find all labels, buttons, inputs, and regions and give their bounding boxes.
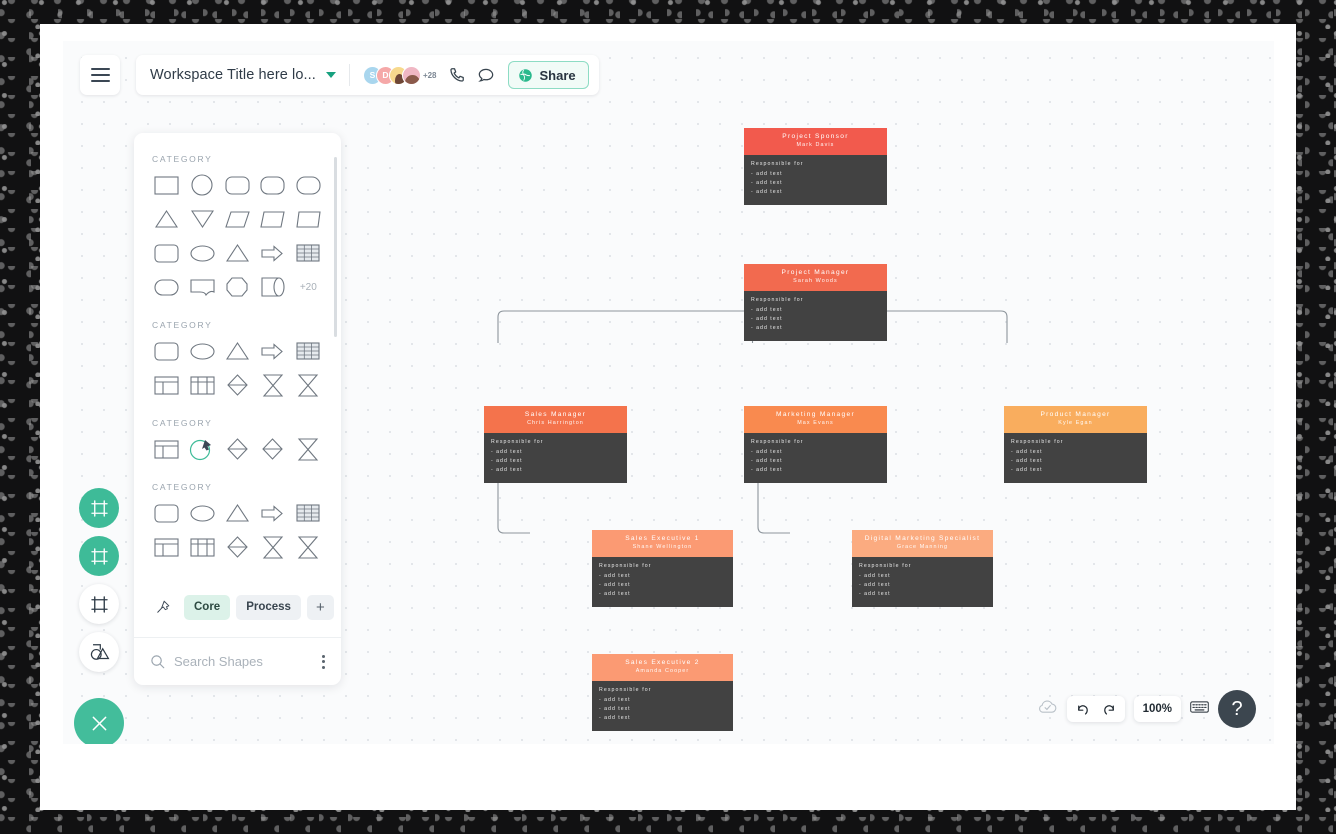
org-node-body-item[interactable]: - add text (599, 582, 726, 588)
org-node-body-item[interactable]: - add text (751, 458, 880, 464)
org-node-body-heading: Responsible for (599, 562, 652, 569)
org-node-body-item[interactable]: - add text (751, 180, 880, 186)
org-node-body-item[interactable]: - add text (751, 316, 880, 322)
org-node-body-item[interactable]: - add text (859, 582, 986, 588)
org-node-title: Digital Marketing Specialist (864, 535, 981, 542)
org-node-person: Shane Wellington (632, 544, 693, 551)
org-node-body-item[interactable]: - add text (599, 573, 726, 579)
org-node-body-item[interactable]: - add text (599, 706, 726, 712)
org-node-body-item[interactable]: - add text (1011, 458, 1140, 464)
org-node-body-item[interactable]: - add text (751, 307, 880, 313)
org-node-body-item[interactable]: - add text (751, 325, 880, 331)
org-node-body-item[interactable]: - add text (599, 715, 726, 721)
org-node-body: Responsible for - add text - add text - … (1004, 432, 1147, 483)
cloud-check-icon[interactable] (1037, 698, 1058, 720)
org-node-header: Sales Manager Chris Harrington (484, 406, 627, 433)
org-node-title: Project Sponsor (782, 133, 849, 140)
org-node-body-heading: Responsible for (751, 438, 804, 445)
org-node-body-item[interactable]: - add text (491, 458, 620, 464)
org-node-body: Responsible for - add text - add text - … (592, 680, 733, 731)
org-node-person: Chris Harrington (527, 420, 584, 427)
org-node-title: Product Manager (1040, 411, 1111, 418)
org-node-body-heading: Responsible for (491, 438, 544, 445)
org-node-body-item[interactable]: - add text (751, 189, 880, 195)
org-node-header: Project Manager Sarah Woods (744, 264, 887, 291)
org-node-body-heading: Responsible for (751, 160, 804, 167)
org-node-header: Digital Marketing Specialist Grace Manni… (852, 530, 993, 557)
org-node[interactable]: Project Manager Sarah Woods Responsible … (744, 264, 887, 341)
org-node[interactable]: Sales Executive 2 Amanda Cooper Responsi… (592, 654, 733, 731)
org-node-header: Sales Executive 1 Shane Wellington (592, 530, 733, 557)
org-node-body-item[interactable]: - add text (599, 697, 726, 703)
org-node[interactable]: Digital Marketing Specialist Grace Manni… (852, 530, 993, 607)
org-node-person: Sarah Woods (793, 278, 838, 285)
org-node-person: Amanda Cooper (635, 668, 690, 675)
org-node-person: Mark Davis (796, 142, 835, 149)
org-node[interactable]: Sales Manager Chris Harrington Responsib… (484, 406, 627, 483)
org-node-body-item[interactable]: - add text (859, 573, 986, 579)
org-node-body: Responsible for - add text - add text - … (744, 432, 887, 483)
org-node[interactable]: Marketing Manager Max Evans Responsible … (744, 406, 887, 483)
org-node-body-item[interactable]: - add text (491, 449, 620, 455)
bottom-right-controls: 100% ? (1037, 690, 1256, 728)
org-node-body-heading: Responsible for (859, 562, 912, 569)
org-node[interactable]: Product Manager Kyle Egan Responsible fo… (1004, 406, 1147, 483)
org-node-title: Sales Manager (524, 411, 587, 418)
org-node-body: Responsible for - add text - add text - … (744, 154, 887, 205)
org-node-body-item[interactable]: - add text (491, 467, 620, 473)
org-node[interactable]: Project Sponsor Mark Davis Responsible f… (744, 128, 887, 205)
org-node-body: Responsible for - add text - add text - … (592, 556, 733, 607)
org-node-person: Kyle Egan (1058, 420, 1093, 427)
redo-icon[interactable] (1101, 703, 1116, 716)
org-node-title: Project Manager (781, 269, 850, 276)
org-node-body-item[interactable]: - add text (1011, 467, 1140, 473)
org-node-title: Sales Executive 2 (625, 659, 700, 666)
org-node-body-item[interactable]: - add text (599, 591, 726, 597)
org-chart-connectors (497, 159, 1008, 591)
org-node-body-heading: Responsible for (751, 296, 804, 303)
undo-icon[interactable] (1076, 703, 1091, 716)
org-node-header: Project Sponsor Mark Davis (744, 128, 887, 155)
org-node-header: Product Manager Kyle Egan (1004, 406, 1147, 433)
org-node-header: Sales Executive 2 Amanda Cooper (592, 654, 733, 681)
org-node[interactable]: Sales Executive 1 Shane Wellington Respo… (592, 530, 733, 607)
org-node-title: Sales Executive 1 (625, 535, 700, 542)
org-chart: Project Sponsor Mark Davis Responsible f… (63, 41, 1274, 744)
org-node-body-item[interactable]: - add text (859, 591, 986, 597)
keyboard-icon[interactable] (1190, 700, 1209, 719)
org-node-body-item[interactable]: - add text (751, 171, 880, 177)
app-window: Workspace Title here lo... S D +28 Share… (63, 41, 1274, 744)
org-node-body-heading: Responsible for (1011, 438, 1064, 445)
org-node-title: Marketing Manager (776, 411, 855, 418)
org-node-body: Responsible for - add text - add text - … (744, 290, 887, 341)
org-node-body: Responsible for - add text - add text - … (484, 432, 627, 483)
org-node-body-heading: Responsible for (599, 686, 652, 693)
help-button[interactable]: ? (1218, 690, 1256, 728)
org-node-body: Responsible for - add text - add text - … (852, 556, 993, 607)
org-node-person: Max Evans (797, 420, 834, 427)
org-node-header: Marketing Manager Max Evans (744, 406, 887, 433)
org-node-body-item[interactable]: - add text (751, 467, 880, 473)
undo-redo-group (1066, 696, 1125, 722)
org-node-body-item[interactable]: - add text (751, 449, 880, 455)
org-node-body-item[interactable]: - add text (1011, 449, 1140, 455)
org-node-person: Grace Manning (896, 544, 949, 551)
zoom-level[interactable]: 100% (1133, 696, 1181, 722)
